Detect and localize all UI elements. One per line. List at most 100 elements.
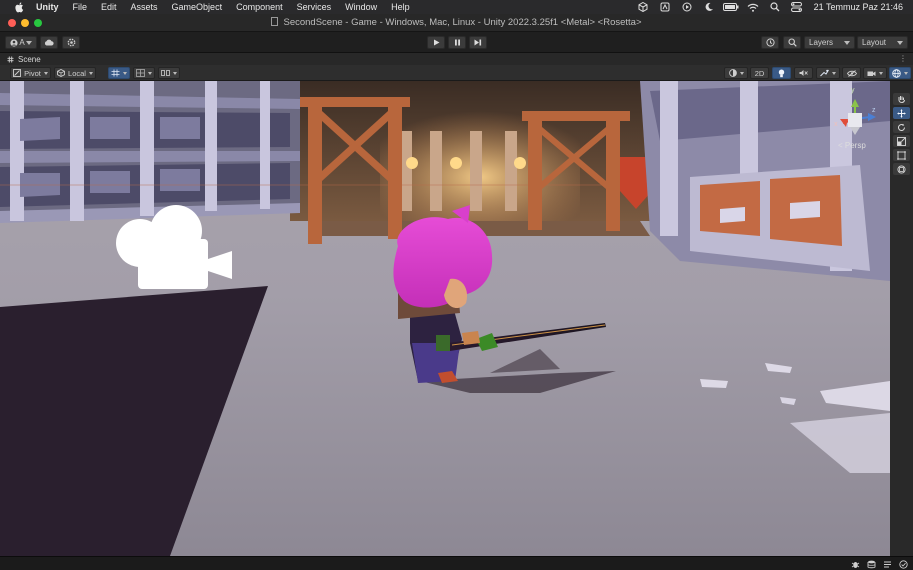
transform-icon [897, 164, 906, 174]
play-circle-icon[interactable] [676, 0, 698, 14]
grid-snapping-toggle[interactable] [108, 67, 130, 79]
chevron-down-icon [148, 71, 152, 75]
scene-viewport[interactable]: y z x < Persp [0, 81, 890, 556]
pause-icon [454, 39, 460, 46]
spotlight-search-icon[interactable] [764, 0, 786, 14]
hand-icon [898, 95, 905, 103]
menu-services[interactable]: Services [290, 0, 339, 14]
gizmo-axis-x-label: x [834, 121, 838, 128]
scene-render [0, 81, 890, 556]
gizmo-axis-z-label: z [872, 107, 876, 114]
layers-label: Layers [809, 38, 834, 47]
lighting-toggle[interactable] [772, 67, 791, 79]
transform-tool-button[interactable] [893, 163, 910, 175]
scene-tab-bar: Scene ⋮ [0, 53, 913, 65]
control-center-icon[interactable] [786, 0, 808, 14]
status-bar [0, 556, 913, 570]
macos-menu-bar: Unity File Edit Assets GameObject Compon… [0, 0, 913, 14]
layout-dropdown[interactable]: Layout [857, 36, 908, 49]
step-button[interactable] [469, 36, 487, 49]
pivot-label: Pivot [24, 68, 41, 78]
chevron-down-icon [88, 71, 93, 75]
increment-snap-toggle[interactable] [158, 67, 180, 79]
rect-transform-icon [897, 150, 906, 160]
menu-file[interactable]: File [66, 0, 95, 14]
layers-dropdown[interactable]: Layers [804, 36, 855, 49]
camera-icon [867, 71, 876, 76]
local-toggle[interactable]: Local [54, 67, 96, 79]
effects-icon [820, 69, 829, 77]
account-dropdown[interactable]: A [5, 36, 37, 49]
menu-edit[interactable]: Edit [94, 0, 124, 14]
menu-assets[interactable]: Assets [124, 0, 165, 14]
more-options-icon[interactable]: ⋮ [899, 54, 907, 63]
search-icon [787, 38, 797, 47]
cache-server-icon[interactable] [866, 559, 877, 569]
pivot-icon [13, 69, 22, 77]
moon-icon[interactable] [698, 0, 720, 14]
rotate-icon [898, 123, 905, 131]
pivot-toggle[interactable]: Pivot [10, 67, 51, 79]
check-circle-icon[interactable] [898, 559, 909, 569]
battery-icon[interactable] [720, 0, 742, 14]
tab-scene[interactable]: Scene [0, 53, 46, 65]
draw-mode-dropdown[interactable] [724, 67, 748, 79]
chevron-down-icon [173, 71, 177, 75]
scene-visibility-toggle[interactable] [842, 67, 861, 79]
scene-grid-icon [7, 56, 14, 62]
progress-icon[interactable] [882, 559, 893, 569]
step-icon [474, 39, 482, 46]
search-button[interactable] [783, 36, 801, 49]
window-title-bar: SecondScene - Game - Windows, Mac, Linux… [0, 14, 913, 32]
account-label: A [19, 38, 25, 47]
history-icon [765, 38, 775, 47]
status-tray: 21 Temmuz Paz 21:46 [632, 0, 903, 14]
move-tool-button[interactable] [893, 107, 910, 119]
snap-increment-icon [161, 70, 170, 76]
debug-bug-icon[interactable] [850, 559, 861, 569]
tab-scene-label: Scene [18, 54, 41, 64]
menu-component[interactable]: Component [229, 0, 290, 14]
menu-gameobject[interactable]: GameObject [165, 0, 230, 14]
clock[interactable]: 21 Temmuz Paz 21:46 [808, 2, 903, 12]
play-button[interactable] [427, 36, 445, 49]
rotate-tool-button[interactable] [893, 121, 910, 133]
unity-hub-icon[interactable] [632, 0, 654, 14]
lightbulb-icon [778, 69, 785, 77]
effects-dropdown[interactable] [816, 67, 840, 79]
menu-app-unity[interactable]: Unity [26, 0, 66, 14]
local-label: Local [68, 68, 86, 78]
chevron-down-icon [43, 71, 48, 75]
audio-mute-icon [799, 70, 808, 76]
collab-settings-button[interactable] [62, 36, 80, 49]
play-icon [433, 39, 439, 46]
cloud-button[interactable] [40, 36, 58, 49]
gizmo-globe-icon [892, 68, 901, 78]
drive-icon[interactable] [654, 0, 676, 14]
chevron-down-icon [832, 71, 836, 75]
layout-label: Layout [862, 38, 887, 47]
window-title-text: SecondScene - Game - Windows, Mac, Linux… [283, 17, 642, 28]
apple-icon[interactable] [12, 1, 26, 13]
grid-snap-icon [111, 69, 120, 77]
wifi-icon[interactable] [742, 0, 764, 14]
window-title: SecondScene - Game - Windows, Mac, Linux… [0, 14, 913, 32]
audio-toggle[interactable] [794, 67, 813, 79]
menu-window[interactable]: Window [338, 0, 384, 14]
scale-tool-button[interactable] [893, 135, 910, 147]
projection-toggle[interactable]: < Persp [838, 141, 866, 150]
2d-mode-toggle[interactable]: 2D [750, 67, 769, 79]
menu-help[interactable]: Help [384, 0, 417, 14]
view-tool-button[interactable] [893, 93, 910, 105]
undo-history-button[interactable] [761, 36, 779, 49]
chevron-down-icon [844, 40, 850, 45]
chevron-down-icon [26, 40, 32, 45]
rect-tool-button[interactable] [893, 149, 910, 161]
gear-icon [67, 38, 75, 47]
chevron-down-icon [904, 71, 908, 75]
grid-visibility-toggle[interactable] [133, 67, 155, 79]
pause-button[interactable] [448, 36, 466, 49]
local-cube-icon [57, 69, 65, 77]
camera-settings-dropdown[interactable] [863, 67, 887, 79]
gizmos-dropdown[interactable] [889, 67, 911, 79]
